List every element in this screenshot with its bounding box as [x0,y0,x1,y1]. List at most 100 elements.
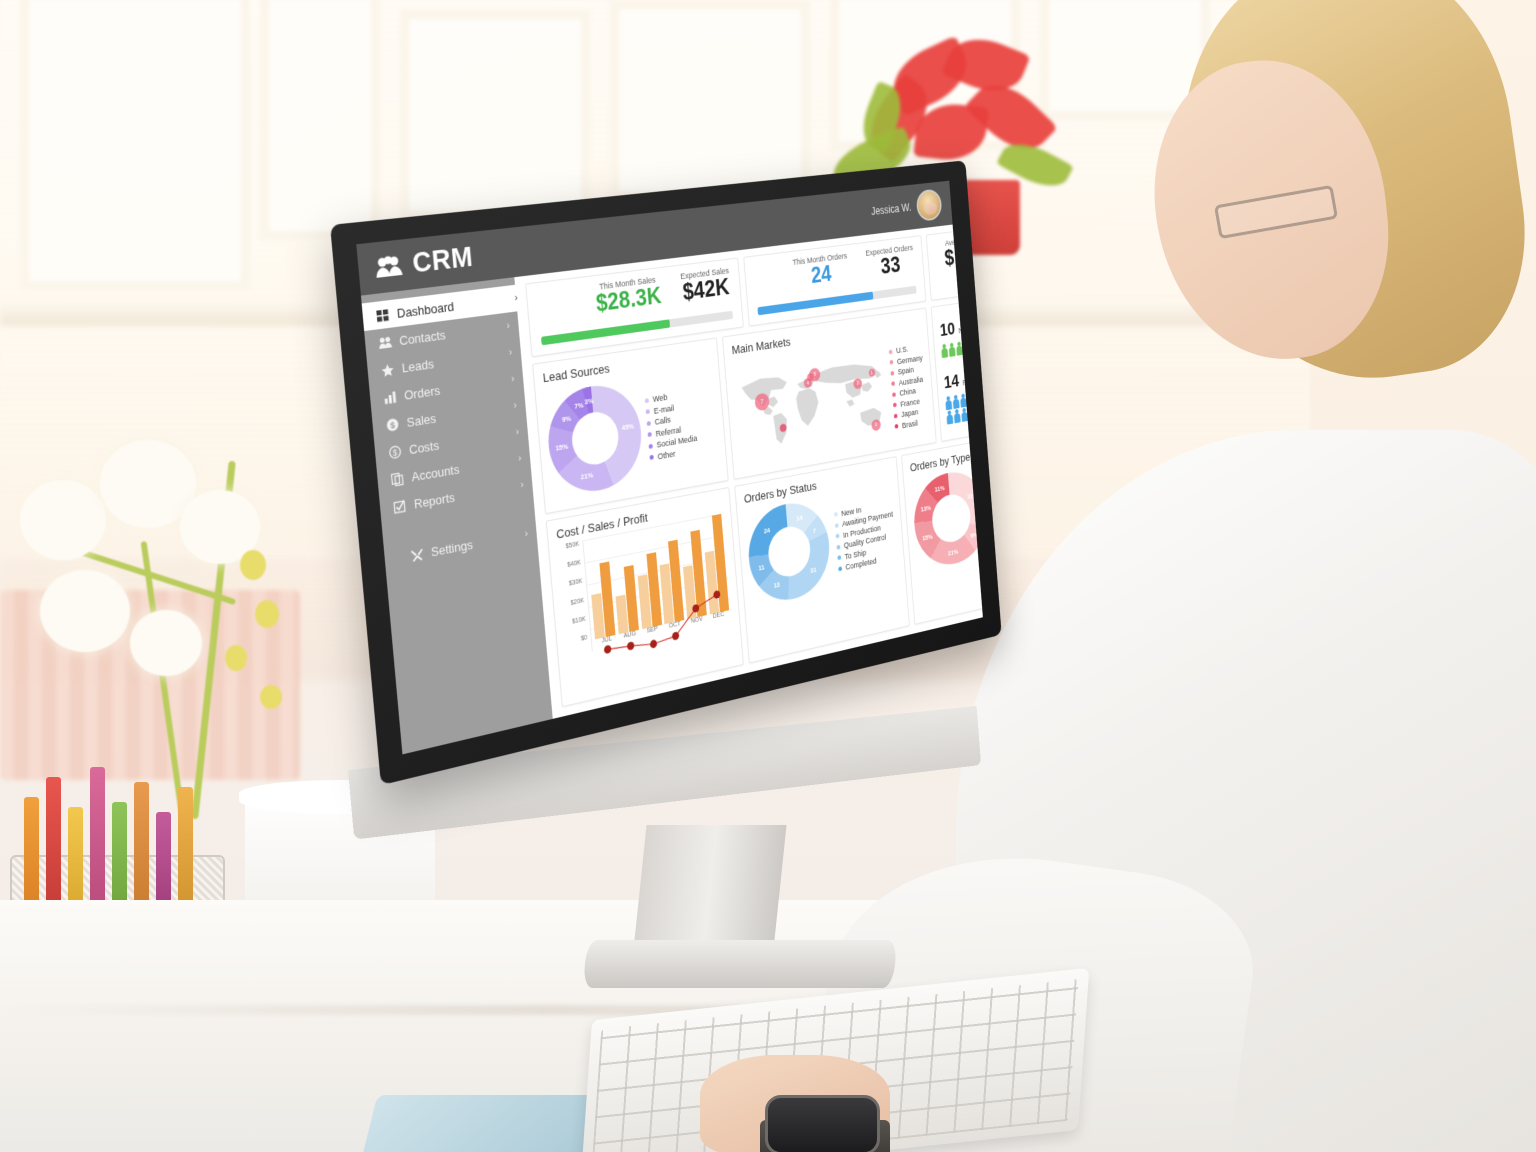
legend-label: Web [652,392,668,405]
y-tick-label: $20K [570,597,585,607]
legend-color-dot [649,454,654,461]
app-title: CRM [411,241,475,279]
person-icon [971,339,979,354]
slice-label: 7% [574,400,584,411]
chevron-right-icon: › [510,373,515,385]
bar-chart-icon [383,389,398,406]
aov-value: $1179 [943,241,983,271]
legend-color-dot [892,392,897,397]
legend-label: U.S. [895,344,909,356]
slice-label: 31 [810,565,817,575]
world-map[interactable]: 7 5 4 2 1 3 [732,336,892,471]
chevron-right-icon: › [520,478,525,491]
slice-label: 9% [970,529,978,539]
dollar-outline-icon: $ [388,443,403,460]
user-menu[interactable]: Jessica W. [870,188,943,227]
slice-label: 15% [555,441,569,453]
chevron-right-icon: › [517,452,522,465]
new-customers-count: 10 [939,319,956,341]
legend-label: Japan [900,407,919,420]
dollar-filled-icon: $ [385,416,400,433]
person-icon [978,337,983,352]
legend-color-dot [893,402,897,408]
window-pane [20,0,250,290]
y-tick-label: $30K [568,578,583,588]
legend-label: E-mail [653,403,675,416]
window-pane [260,0,380,240]
slice-label: 9% [561,413,572,424]
lead-sources-donut[interactable]: 45% 21% 15% 9% 7% 3% [544,379,646,499]
chevron-right-icon: › [524,527,529,540]
slice-label: 45% [621,421,635,432]
legend-color-dot [835,533,840,539]
orders-by-status-legend: New In Awaiting Payment In Production Quali… [833,499,897,573]
orders-by-status-donut[interactable]: 14 7 31 13 11 24 [745,496,833,608]
slice-label: 21% [947,547,959,557]
aov-label: Average Order Value [944,232,983,248]
smartwatch [765,1095,880,1152]
profit-point[interactable] [649,639,658,649]
chevron-right-icon: › [513,399,518,412]
slice-label: 7 [812,526,817,535]
legend-color-dot [647,432,652,438]
slice-label: 13% [920,503,932,513]
slice-label: 24 [763,525,771,535]
this-month-orders: This Month Orders 24 [792,251,849,290]
this-month-sales: This Month Sales $28.3K [594,275,662,317]
person-icon [956,341,964,356]
copy-icon [390,471,405,488]
avatar[interactable] [915,188,943,222]
window-pane [610,0,810,200]
slice-label: 15% [921,531,933,542]
slice-label: 11% [934,483,945,494]
new-customers-block: 10 New Customers [939,310,983,358]
legend-color-dot [834,522,839,528]
wrench-icon [410,546,425,563]
person-icon [975,391,983,406]
chevron-right-icon: › [514,292,519,304]
legend-color-dot [837,555,842,561]
y-tick-label: $0 [580,634,588,643]
legend-color-dot [888,349,893,355]
legend-label: Spain [897,365,915,377]
person-icon [961,407,969,423]
aov-content: Average Order Value $1179 [935,231,983,271]
legend-color-dot [648,443,653,449]
orders-by-type-card: Orders by Type 31%9%21%15%13%11% Product… [901,430,983,625]
crm-dashboard-app: CRM Jessica W. Dashboard › Contacts › Le… [356,180,983,755]
main-markets-legend: U.S. Germany Spain Australia China France Japa… [888,331,929,444]
expected-orders: Expected Orders 33 [865,243,915,280]
returning-clients-block: 14 Returning Clients [943,362,983,425]
expected-sales: Expected Sales $42K [680,266,731,305]
y-tick-label: $10K [571,615,587,626]
cost-sales-profit-card: Cost / Sales / Profit $50K $40K $30K $20K $1… [545,486,744,708]
profit-point[interactable] [713,589,721,600]
svg-text:$: $ [390,419,396,430]
customers-card: 10 New Customers 14 Returning Clients [931,293,983,442]
orders-progress-fill [757,291,874,316]
legend-label: Other [657,448,676,462]
legend-color-dot [889,359,894,365]
slice-label: 14 [796,512,803,522]
monitor-screen: CRM Jessica W. Dashboard › Contacts › Le… [356,180,983,755]
legend-label: Calls [654,415,672,427]
average-order-value-card[interactable]: Average Order Value $1179 [925,223,983,301]
chevron-right-icon: › [515,426,520,438]
new-customers-label: New Customers [958,320,983,335]
slice-label: 31% [966,490,978,500]
svg-text:$: $ [393,448,398,458]
legend-label: Brasil [901,418,918,430]
star-icon [380,361,395,378]
slice-label: 21% [580,470,594,481]
person-icon [982,390,983,405]
expected-sales-value: $42K [681,274,731,306]
person-icon [963,340,971,355]
user-name: Jessica W. [870,201,912,218]
lead-sources-card: Lead Sources 45% 21% 15% 9% 7% 3% Web E-mail Ca… [532,337,729,515]
plot-area: JUL AUG SEP OCT NOV DEC [582,513,732,652]
legend-color-dot [646,420,651,426]
brand[interactable]: CRM [374,241,474,284]
profit-line-series [586,589,733,696]
orders-by-type-donut[interactable]: 31% 9% 21% 15% 13% 11% [910,466,983,572]
legend-color-dot [891,381,896,387]
